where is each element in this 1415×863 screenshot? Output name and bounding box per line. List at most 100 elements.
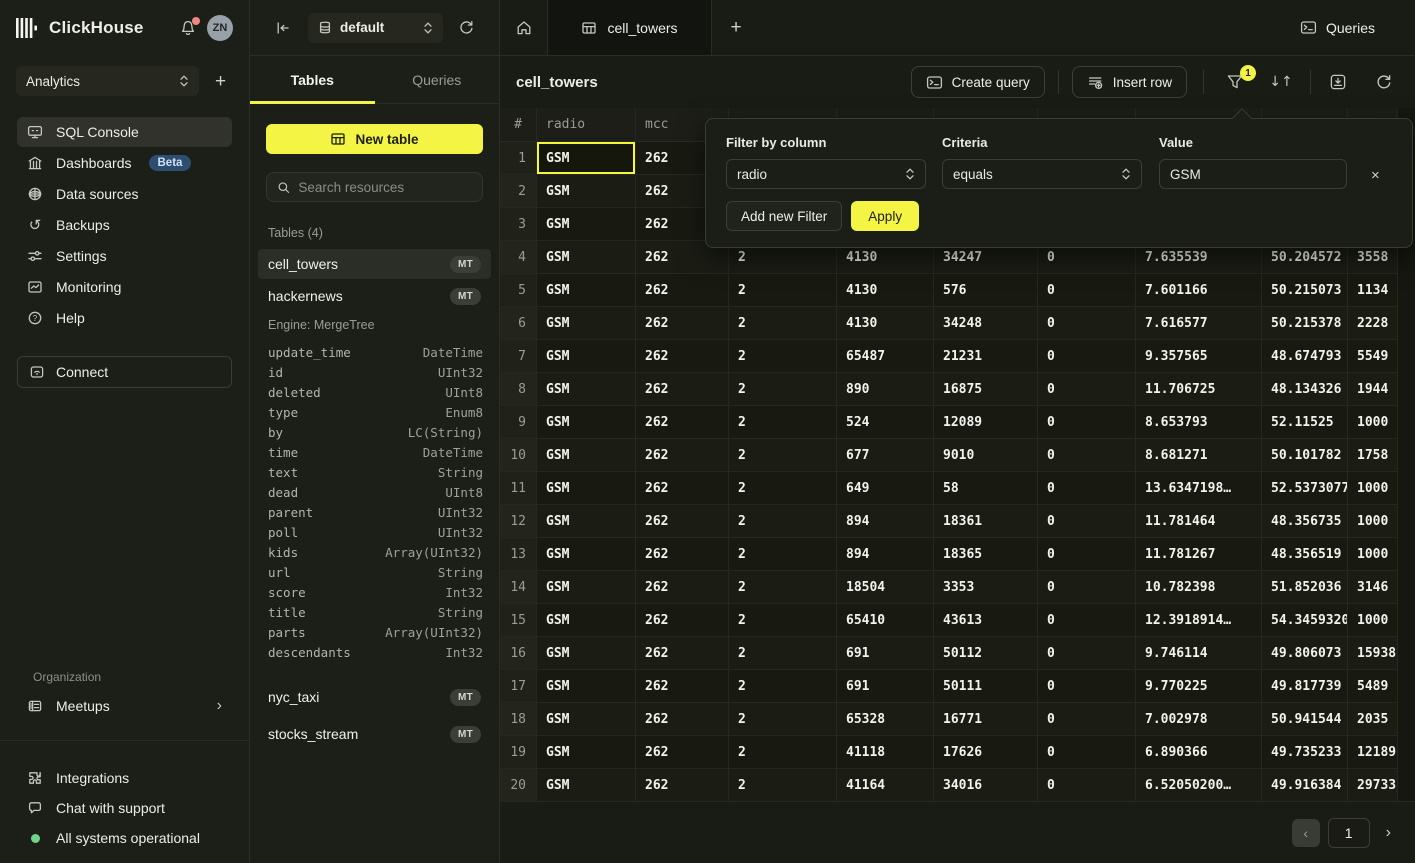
table-cell[interactable]: 0 xyxy=(1038,439,1136,472)
table-cell[interactable]: 49.916384 xyxy=(1262,769,1348,802)
table-cell[interactable]: 6.890366 xyxy=(1136,736,1262,769)
table-cell[interactable]: GSM xyxy=(537,736,636,769)
table-cell[interactable]: 65328 xyxy=(837,703,934,736)
chat-with-support-link[interactable]: Chat with support xyxy=(0,793,249,823)
table-cell[interactable]: GSM xyxy=(537,538,636,571)
new-tab-button[interactable]: + xyxy=(712,0,760,55)
table-cell[interactable]: 2228 xyxy=(1348,307,1398,340)
table-cell[interactable]: 50112 xyxy=(934,637,1038,670)
table-cell[interactable]: 2 xyxy=(729,538,837,571)
table-cell[interactable]: 11.706725 xyxy=(1136,373,1262,406)
tab-tables[interactable]: Tables xyxy=(250,56,375,103)
table-cell[interactable]: 890 xyxy=(837,373,934,406)
create-query-button[interactable]: Create query xyxy=(911,66,1045,98)
table-cell[interactable]: 12189 xyxy=(1348,736,1398,769)
table-cell[interactable]: 43613 xyxy=(934,604,1038,637)
user-avatar[interactable]: ZN xyxy=(207,15,233,41)
table-list-item-nyc-taxi[interactable]: nyc_taxi MT xyxy=(258,682,491,712)
table-cell[interactable]: 1000 xyxy=(1348,472,1398,505)
table-cell[interactable]: 9.357565 xyxy=(1136,340,1262,373)
table-cell[interactable]: 2 xyxy=(729,340,837,373)
table-cell[interactable]: 50.101782 xyxy=(1262,439,1348,472)
integrations-link[interactable]: Integrations xyxy=(0,763,249,793)
table-cell[interactable]: 0 xyxy=(1038,538,1136,571)
table-cell[interactable]: 7.616577 xyxy=(1136,307,1262,340)
table-cell[interactable]: 16771 xyxy=(934,703,1038,736)
table-cell[interactable]: 4130 xyxy=(837,307,934,340)
table-cell[interactable]: GSM xyxy=(537,505,636,538)
table-cell[interactable]: 2 xyxy=(729,439,837,472)
table-cell[interactable]: GSM xyxy=(537,340,636,373)
table-cell[interactable]: 18504 xyxy=(837,571,934,604)
table-cell[interactable]: 4130 xyxy=(837,274,934,307)
table-cell[interactable]: 3353 xyxy=(934,571,1038,604)
table-cell[interactable]: 12089 xyxy=(934,406,1038,439)
table-cell[interactable]: 2 xyxy=(729,307,837,340)
table-cell[interactable]: 2 xyxy=(729,505,837,538)
table-cell[interactable]: 262 xyxy=(636,538,729,571)
table-cell[interactable]: GSM xyxy=(537,769,636,802)
table-cell[interactable]: 50111 xyxy=(934,670,1038,703)
sidebar-item-sql-console[interactable]: SQL Console xyxy=(17,117,232,147)
table-cell[interactable]: 2 xyxy=(729,571,837,604)
table-cell[interactable]: GSM xyxy=(537,703,636,736)
connect-button[interactable]: Connect xyxy=(17,356,232,388)
table-cell[interactable]: 2 xyxy=(729,472,837,505)
table-cell[interactable]: 11.781267 xyxy=(1136,538,1262,571)
table-cell[interactable]: 2 xyxy=(729,604,837,637)
table-cell[interactable]: 0 xyxy=(1038,472,1136,505)
table-cell[interactable]: 8.681271 xyxy=(1136,439,1262,472)
table-cell[interactable]: 1758 xyxy=(1348,439,1398,472)
table-cell[interactable]: GSM xyxy=(537,637,636,670)
table-cell[interactable]: 0 xyxy=(1038,406,1136,439)
filter-value-input[interactable] xyxy=(1159,159,1347,189)
table-cell[interactable]: 894 xyxy=(837,538,934,571)
table-cell[interactable]: 49.806073 xyxy=(1262,637,1348,670)
table-cell[interactable]: 262 xyxy=(636,703,729,736)
table-cell[interactable]: 1000 xyxy=(1348,604,1398,637)
table-cell[interactable]: 262 xyxy=(636,307,729,340)
criteria-select[interactable]: equals xyxy=(942,159,1142,189)
table-cell[interactable]: 2 xyxy=(729,769,837,802)
table-cell[interactable]: 0 xyxy=(1038,670,1136,703)
tab-queries[interactable]: Queries xyxy=(375,56,500,103)
table-cell[interactable]: 0 xyxy=(1038,307,1136,340)
table-list-item-cell-towers[interactable]: cell_towers MT xyxy=(258,249,491,279)
sidebar-item-backups[interactable]: ↺ Backups xyxy=(17,210,232,240)
search-input[interactable] xyxy=(298,180,472,195)
table-cell[interactable]: 10.782398 xyxy=(1136,571,1262,604)
table-cell[interactable]: 13.6347198… xyxy=(1136,472,1262,505)
table-cell[interactable]: 50.941544 xyxy=(1262,703,1348,736)
table-cell[interactable]: GSM xyxy=(537,307,636,340)
table-cell[interactable]: 1000 xyxy=(1348,538,1398,571)
column-header[interactable]: radio xyxy=(537,108,636,142)
table-cell[interactable]: 576 xyxy=(934,274,1038,307)
table-cell[interactable]: 262 xyxy=(636,340,729,373)
table-cell[interactable]: 9.746114 xyxy=(1136,637,1262,670)
table-cell[interactable]: GSM xyxy=(537,406,636,439)
table-cell[interactable]: 18361 xyxy=(934,505,1038,538)
table-cell[interactable]: 2 xyxy=(729,637,837,670)
table-cell[interactable]: 1944 xyxy=(1348,373,1398,406)
table-cell[interactable]: 50.215073 xyxy=(1262,274,1348,307)
table-cell[interactable]: 49.735233 xyxy=(1262,736,1348,769)
table-cell[interactable]: 17626 xyxy=(934,736,1038,769)
table-cell[interactable]: 262 xyxy=(636,373,729,406)
previous-page-button[interactable]: ‹ xyxy=(1292,819,1320,847)
table-cell[interactable]: 54.3459320… xyxy=(1262,604,1348,637)
table-cell[interactable]: 0 xyxy=(1038,769,1136,802)
add-workspace-button[interactable]: + xyxy=(215,72,226,91)
workspace-select[interactable]: Analytics xyxy=(16,66,199,96)
table-cell[interactable]: 9.770225 xyxy=(1136,670,1262,703)
table-list-item-hackernews[interactable]: hackernews MT xyxy=(258,281,491,311)
table-cell[interactable]: 5489 xyxy=(1348,670,1398,703)
next-page-button[interactable]: › xyxy=(1386,824,1391,842)
table-cell[interactable]: 262 xyxy=(636,439,729,472)
table-cell[interactable]: 41164 xyxy=(837,769,934,802)
table-cell[interactable]: 691 xyxy=(837,670,934,703)
table-cell[interactable]: 2 xyxy=(729,274,837,307)
table-cell[interactable]: 2 xyxy=(729,670,837,703)
table-cell[interactable]: 2035 xyxy=(1348,703,1398,736)
table-cell[interactable]: 48.674793 xyxy=(1262,340,1348,373)
collapse-panel-button[interactable] xyxy=(275,20,291,36)
